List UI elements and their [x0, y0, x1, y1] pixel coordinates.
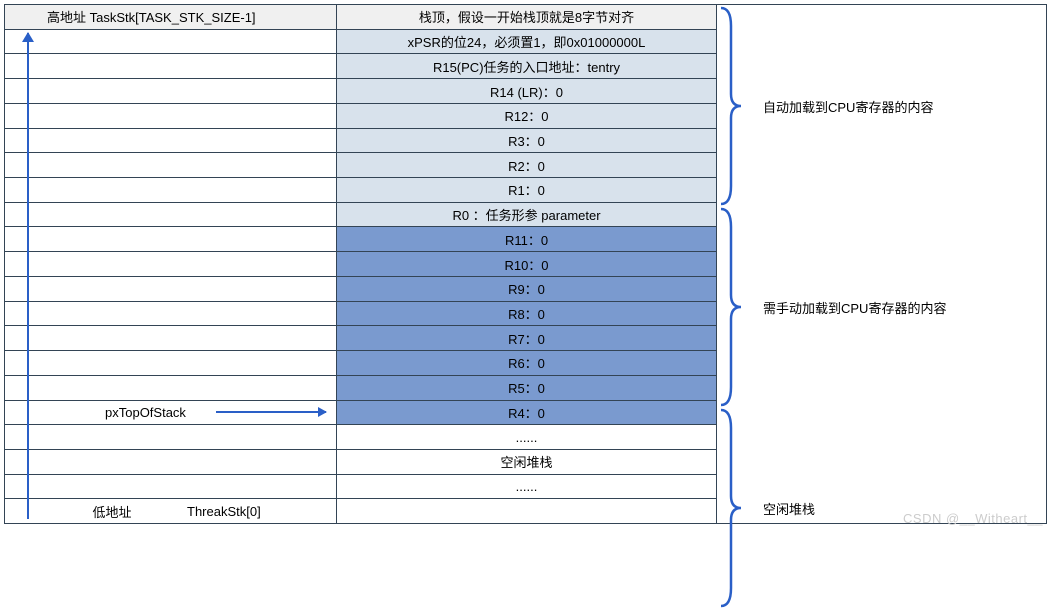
cell-text: R8：0	[508, 304, 545, 323]
idle-cell: ......	[337, 425, 716, 450]
brace-icon	[717, 207, 745, 407]
mid-footer	[337, 499, 716, 523]
reg-cell-r2: R2：0	[337, 153, 716, 178]
left-row	[5, 326, 336, 351]
pxtop-arrow-icon	[216, 411, 326, 413]
cell-text: R6：0	[508, 353, 545, 372]
left-row	[5, 376, 336, 401]
cell-text: R9：0	[508, 279, 545, 298]
idle-section: 空闲堆栈	[717, 408, 1046, 609]
reg-cell-r5: R5：0	[337, 376, 716, 401]
left-row	[5, 153, 336, 178]
cell-text: R14 (LR)：0	[490, 82, 563, 101]
cell-text: R5：0	[508, 378, 545, 397]
cell-text: ......	[516, 479, 538, 494]
reg-cell-xpsr: xPSR的位24，必须置1，即0x01000000L	[337, 30, 716, 55]
left-row	[5, 450, 336, 475]
reg-cell-r0: R0 ：任务形参 parameter	[337, 203, 716, 228]
cell-text: R1：0	[508, 180, 545, 199]
reg-cell-r12: R12：0	[337, 104, 716, 129]
low-addr-label: 低地址	[37, 502, 187, 521]
manual-load-label: 需手动加载到CPU寄存器的内容	[745, 298, 1046, 317]
cell-text: R4：0	[508, 403, 545, 422]
manual-load-section: 需手动加载到CPU寄存器的内容	[717, 207, 1046, 408]
idle-cell: ......	[337, 475, 716, 500]
cell-text: R3：0	[508, 131, 545, 150]
stack-diagram: 高地址 TaskStk[TASK_STK_SIZE-1] pxTopOfStac…	[4, 4, 1047, 524]
reg-cell-r14: R14 (LR)：0	[337, 79, 716, 104]
brace-icon	[717, 408, 745, 608]
left-row	[5, 178, 336, 203]
cell-text: R0 ：任务形参 parameter	[452, 205, 600, 224]
pxtop-label: pxTopOfStack	[105, 405, 186, 420]
threakstk-label: ThreakStk[0]	[187, 504, 261, 519]
cell-text: R7：0	[508, 329, 545, 348]
address-arrow-up	[27, 33, 29, 519]
reg-cell-r1: R1：0	[337, 178, 716, 203]
stack-top-label: 栈顶，假设一开始栈顶就是8字节对齐	[419, 7, 634, 26]
left-row	[5, 475, 336, 500]
high-addr-label: 高地址 TaskStk[TASK_STK_SIZE-1]	[47, 7, 256, 26]
left-column: 高地址 TaskStk[TASK_STK_SIZE-1] pxTopOfStac…	[5, 5, 337, 523]
left-row	[5, 54, 336, 79]
idle-cell: 空闲堆栈	[337, 450, 716, 475]
right-column: 自动加载到CPU寄存器的内容 需手动加载到CPU寄存器的内容 空闲堆栈	[717, 5, 1046, 523]
left-row	[5, 351, 336, 376]
mid-header: 栈顶，假设一开始栈顶就是8字节对齐	[337, 5, 716, 30]
pxtop-row: pxTopOfStack	[5, 401, 336, 426]
reg-cell-r10: R10：0	[337, 252, 716, 277]
reg-cell-r9: R9：0	[337, 277, 716, 302]
reg-cell-r11: R11：0	[337, 227, 716, 252]
left-row	[5, 425, 336, 450]
watermark: CSDN @__Witheart__	[903, 511, 1043, 526]
cell-text: xPSR的位24，必须置1，即0x01000000L	[408, 32, 646, 51]
reg-cell-r3: R3：0	[337, 129, 716, 154]
left-row	[5, 252, 336, 277]
reg-cell-r6: R6：0	[337, 351, 716, 376]
left-row	[5, 30, 336, 55]
left-row	[5, 302, 336, 327]
cell-text: R11：0	[505, 230, 548, 249]
left-footer: 低地址 ThreakStk[0]	[5, 499, 336, 523]
auto-load-section: 自动加载到CPU寄存器的内容	[717, 6, 1046, 207]
left-row	[5, 203, 336, 228]
reg-cell-r15: R15(PC)任务的入口地址：tentry	[337, 54, 716, 79]
left-row	[5, 277, 336, 302]
cell-text: ......	[516, 430, 538, 445]
reg-cell-r8: R8：0	[337, 302, 716, 327]
auto-load-label: 自动加载到CPU寄存器的内容	[745, 97, 1046, 116]
left-row	[5, 104, 336, 129]
cell-text: R15(PC)任务的入口地址：tentry	[433, 57, 620, 76]
left-row	[5, 227, 336, 252]
left-row	[5, 79, 336, 104]
cell-text: 空闲堆栈	[500, 452, 552, 471]
middle-column: 栈顶，假设一开始栈顶就是8字节对齐 xPSR的位24，必须置1，即0x01000…	[337, 5, 717, 523]
brace-icon	[717, 6, 745, 206]
cell-text: R10：0	[504, 255, 548, 274]
left-header: 高地址 TaskStk[TASK_STK_SIZE-1]	[5, 5, 336, 30]
cell-text: R12：0	[504, 106, 548, 125]
reg-cell-r7: R7：0	[337, 326, 716, 351]
reg-cell-r4: R4：0	[337, 401, 716, 426]
cell-text: R2：0	[508, 156, 545, 175]
left-row	[5, 129, 336, 154]
